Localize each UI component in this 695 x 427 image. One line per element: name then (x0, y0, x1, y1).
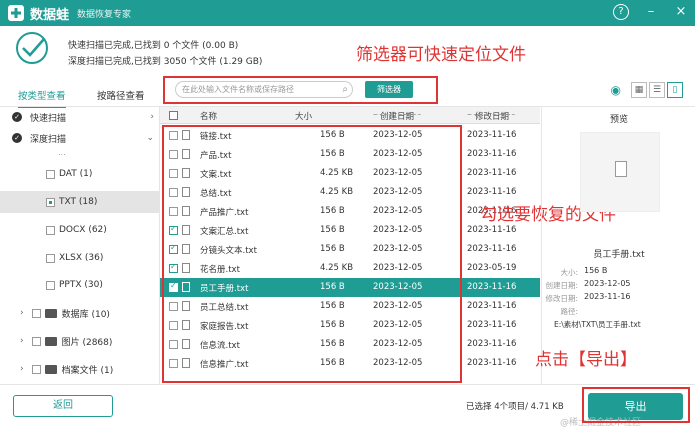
tab-by-path[interactable]: 按路径查看 (97, 88, 145, 102)
sidebar: ✓ 快速扫描 › ✓ 深度扫描 ⌄ ... DAT (1) TXT (18) D… (0, 107, 160, 384)
archive-icon (44, 364, 57, 374)
created-label: 创建日期: (545, 281, 578, 290)
minimize-icon[interactable]: – (643, 4, 659, 20)
list-view-icon[interactable]: ☰ (649, 82, 665, 98)
chevron-right-icon[interactable]: › (20, 336, 24, 346)
cell-created: 2022-12-29 (373, 114, 422, 118)
app-logo-icon (8, 5, 24, 21)
title-bar: 数据蛙 数据恢复专家 ? – × (0, 0, 695, 26)
archives-checkbox[interactable] (31, 364, 41, 374)
cell-modified: 2023-11-16 (467, 130, 517, 140)
help-icon[interactable]: ? (613, 4, 629, 20)
sidebar-item-label: PPTX (30) (59, 280, 103, 290)
cell-modified: 2023-11-16 (467, 187, 517, 197)
sidebar-item-label: DOCX (62) (59, 225, 107, 235)
sidebar-item-archives[interactable]: › 档案文件 (1) (0, 359, 159, 379)
sidebar-item-quick-scan[interactable]: ✓ 快速扫描 › (0, 107, 159, 127)
sidebar-item-label: TXT (18) (59, 197, 98, 207)
dat-checkbox[interactable] (46, 169, 55, 179)
eye-icon[interactable]: ◉ (611, 83, 621, 97)
sidebar-item-label: 档案文件 (1) (61, 365, 114, 376)
cell-modified: 2023-11-16 (467, 282, 517, 292)
size-label: 大小: (560, 268, 578, 277)
docx-checkbox[interactable] (46, 225, 55, 235)
created-value: 2023-12-05 (584, 279, 631, 288)
filter-highlight-box (163, 76, 438, 104)
cell-modified: 2023-11-16 (467, 358, 517, 368)
sidebar-item-label: 快速扫描 (30, 113, 67, 124)
cell-modified: 2023-11-16 (467, 244, 517, 254)
tab-by-type[interactable]: 按类型查看 (18, 88, 66, 108)
grid-view-icon[interactable]: ▦ (631, 82, 647, 98)
sidebar-item-label: 数据库 (10) (61, 309, 110, 320)
partial-label: ... (58, 147, 66, 157)
export-annotation: 点击【导出】 (535, 350, 637, 370)
quick-scan-status: 快速扫描已完成,已找到 0 个文件 (0.00 B) (68, 41, 239, 51)
sidebar-item-docx[interactable]: DOCX (62) (0, 220, 159, 240)
cell-modified: 2022-12-29 (467, 114, 516, 118)
sidebar-item-label: 图片 (2868) (61, 337, 113, 348)
image-icon (44, 336, 57, 346)
size-value: 156 B (584, 266, 608, 275)
selection-highlight-box (162, 125, 462, 383)
sidebar-item-label: 深度扫描 (30, 134, 67, 145)
path-label: 路径: (560, 307, 578, 316)
chevron-right-icon[interactable]: › (20, 308, 24, 318)
chevron-right-icon[interactable]: › (20, 364, 24, 374)
cell-modified: 2023-11-16 (467, 168, 517, 178)
cell-modified: 2023-11-16 (467, 149, 517, 159)
database-checkbox[interactable] (31, 308, 41, 318)
sidebar-item-partial: ... (0, 147, 159, 157)
sidebar-item-deep-scan[interactable]: ✓ 深度扫描 ⌄ (0, 128, 159, 148)
sidebar-item-pptx[interactable]: PPTX (30) (0, 275, 159, 295)
sidebar-item-txt[interactable]: TXT (18) (0, 191, 159, 213)
filter-annotation: 筛选器可快速定位文件 (356, 45, 526, 65)
table-row-partial: 2022-12-29 2022-12-29 (160, 114, 540, 124)
modified-value: 2023-11-16 (584, 292, 631, 301)
quick-scan-radio[interactable]: ✓ (12, 112, 22, 122)
cell-modified: 2023-11-16 (467, 339, 517, 349)
app-name: 数据蛙 (30, 7, 70, 23)
scan-complete-icon (16, 32, 48, 64)
back-button[interactable]: 返回 (13, 395, 113, 417)
cell-modified: 2023-11-16 (467, 225, 517, 235)
pptx-checkbox[interactable] (46, 280, 55, 290)
close-icon[interactable]: × (673, 4, 689, 20)
cell-modified: 2023-11-16 (467, 320, 517, 330)
sidebar-item-label: DAT (1) (59, 169, 93, 179)
cell-modified: 2023-11-16 (467, 301, 517, 311)
xlsx-checkbox[interactable] (46, 253, 55, 263)
preview-panel: 预览 员工手册.txt 大小: 156 B 创建日期: 2023-12-05 修… (541, 107, 695, 384)
deep-scan-radio[interactable]: ✓ (12, 133, 22, 143)
sidebar-item-dat[interactable]: DAT (1) (0, 164, 159, 184)
app-subtitle: 数据恢复专家 (77, 9, 132, 20)
deep-scan-status: 深度扫描已完成,已找到 3050 个文件 (1.29 GB) (68, 57, 263, 67)
export-highlight-box (582, 387, 690, 423)
sidebar-item-database[interactable]: › 数据库 (10) (0, 303, 159, 323)
path-value: E:\素材\TXT\员工手册.txt (554, 320, 641, 329)
detail-view-icon[interactable]: ▯ (667, 82, 683, 98)
sidebar-item-label: XLSX (36) (59, 253, 104, 263)
chevron-right-icon[interactable]: › (150, 112, 154, 122)
sidebar-item-xlsx[interactable]: XLSX (36) (0, 248, 159, 268)
modified-label: 修改日期: (545, 294, 578, 303)
preview-thumbnail (580, 132, 660, 212)
images-checkbox[interactable] (31, 336, 41, 346)
selection-summary: 已选择 4个项目/ 4.71 KB (466, 402, 564, 412)
database-icon (44, 308, 57, 318)
sidebar-item-images[interactable]: › 图片 (2868) (0, 331, 159, 351)
txt-checkbox[interactable] (46, 197, 55, 207)
scan-status: 快速扫描已完成,已找到 0 个文件 (0.00 B) 深度扫描已完成,已找到 3… (0, 26, 695, 74)
cell-modified: 2023-05-19 (467, 263, 517, 273)
chevron-down-icon[interactable]: ⌄ (146, 133, 154, 143)
preview-file-name: 员工手册.txt (593, 250, 645, 260)
file-icon (615, 161, 627, 177)
preview-title: 预览 (609, 115, 628, 125)
